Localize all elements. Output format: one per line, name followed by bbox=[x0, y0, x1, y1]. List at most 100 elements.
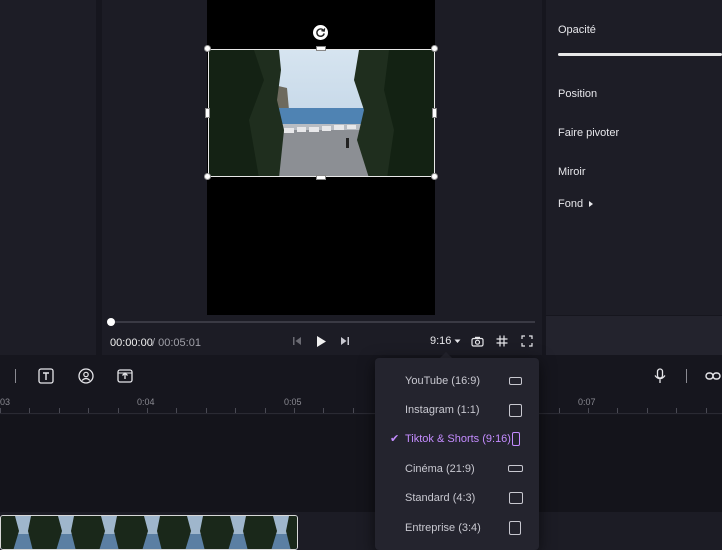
background-label: Fond bbox=[558, 198, 584, 210]
aspect-option-cinema[interactable]: Cinéma (21:9) bbox=[375, 455, 539, 483]
aspect-option-standard[interactable]: Standard (4:3) bbox=[375, 484, 539, 512]
ruler-tick bbox=[88, 408, 89, 413]
ruler-tick bbox=[59, 408, 60, 413]
clip-frame bbox=[216, 516, 259, 549]
ruler-tick-label: 0:07 bbox=[578, 397, 596, 407]
background-section-toggle[interactable]: Fond bbox=[558, 198, 594, 210]
clip-frame bbox=[130, 516, 173, 549]
export-icon bbox=[117, 369, 133, 383]
ruler-tick bbox=[353, 408, 354, 413]
vertical-ratio-icon bbox=[509, 521, 521, 535]
record-voiceover-button[interactable] bbox=[651, 367, 669, 385]
total-time: / 00:05:01 bbox=[152, 337, 201, 349]
aspect-option-tiktok[interactable]: ✔ Tiktok & Shorts (9:16) bbox=[375, 425, 539, 453]
ruler-tick bbox=[706, 408, 707, 413]
fullscreen-icon bbox=[521, 335, 533, 347]
grid-button[interactable] bbox=[495, 334, 509, 348]
link-icon bbox=[705, 372, 721, 380]
video-frame[interactable] bbox=[208, 49, 435, 177]
aspect-option-label: Entreprise (3:4) bbox=[405, 522, 481, 534]
face-tracking-button[interactable] bbox=[77, 367, 95, 385]
resize-handle-bottom-left[interactable] bbox=[204, 173, 211, 180]
aspect-option-entreprise[interactable]: Entreprise (3:4) bbox=[375, 514, 539, 542]
aspect-option-label: YouTube (16:9) bbox=[405, 375, 481, 387]
resize-handle-bottom-right[interactable] bbox=[431, 173, 438, 180]
clip-frame bbox=[44, 516, 87, 549]
ruler-tick bbox=[676, 408, 677, 413]
clip-frame bbox=[87, 516, 130, 549]
timeline-toolbar bbox=[0, 358, 722, 394]
rotate-icon[interactable] bbox=[313, 25, 328, 40]
aspect-option-instagram[interactable]: Instagram (1:1) bbox=[375, 396, 539, 424]
resize-handle-bottom[interactable] bbox=[316, 175, 326, 180]
landscape-ratio-icon bbox=[509, 377, 522, 385]
clip-frame bbox=[259, 516, 297, 549]
previous-frame-button[interactable] bbox=[291, 335, 303, 347]
portrait-ratio-icon bbox=[512, 432, 520, 446]
aspect-option-label: Instagram (1:1) bbox=[405, 404, 480, 416]
microphone-icon bbox=[654, 368, 666, 383]
clip-frame bbox=[1, 516, 44, 549]
timeline-ruler[interactable] bbox=[0, 394, 722, 414]
ruler-tick bbox=[559, 408, 560, 413]
toolbar-separator bbox=[686, 369, 687, 383]
ruler-tick bbox=[147, 408, 148, 413]
ruler-tick bbox=[588, 408, 589, 413]
resize-handle-top-left[interactable] bbox=[204, 45, 211, 52]
caret-down-icon bbox=[454, 339, 461, 343]
next-frame-button[interactable] bbox=[339, 335, 351, 347]
ruler-tick bbox=[647, 408, 648, 413]
aspect-ratio-value: 9:16 bbox=[430, 335, 452, 347]
ruler-tick bbox=[265, 408, 266, 413]
face-icon bbox=[78, 368, 94, 384]
playback-progress-knob[interactable] bbox=[107, 318, 115, 326]
video-clip[interactable] bbox=[0, 515, 298, 550]
aspect-option-label: Cinéma (21:9) bbox=[405, 463, 475, 475]
previous-frame-icon bbox=[293, 337, 301, 345]
properties-panel bbox=[546, 0, 722, 315]
link-button[interactable] bbox=[704, 367, 722, 385]
ruler-tick bbox=[323, 408, 324, 413]
add-text-button[interactable] bbox=[37, 367, 55, 385]
aspect-option-label: Standard (4:3) bbox=[405, 492, 476, 504]
standard-ratio-icon bbox=[509, 492, 523, 504]
snapshot-button[interactable] bbox=[470, 334, 484, 348]
export-frame-button[interactable] bbox=[116, 367, 134, 385]
ruler-tick bbox=[206, 408, 207, 413]
position-label: Position bbox=[558, 88, 598, 100]
checkmark-icon: ✔ bbox=[390, 433, 400, 445]
current-time: 00:00:00 bbox=[110, 337, 153, 349]
play-icon bbox=[317, 335, 326, 347]
cinema-ratio-icon bbox=[508, 465, 523, 472]
resize-handle-top-right[interactable] bbox=[431, 45, 438, 52]
ruler-tick bbox=[176, 408, 177, 413]
ruler-tick-label: 0:04 bbox=[137, 397, 155, 407]
aspect-option-label: Tiktok & Shorts (9:16) bbox=[405, 433, 511, 445]
clip-frame bbox=[173, 516, 216, 549]
toolbar-separator bbox=[15, 369, 16, 383]
playback-progress-track[interactable] bbox=[110, 321, 535, 323]
resize-handle-left[interactable] bbox=[205, 108, 210, 118]
mirror-label: Miroir bbox=[558, 166, 586, 178]
aspect-option-youtube[interactable]: YouTube (16:9) bbox=[375, 367, 539, 395]
rotate-label: Faire pivoter bbox=[558, 127, 620, 139]
next-frame-icon bbox=[341, 337, 349, 345]
ruler-tick bbox=[118, 408, 119, 413]
properties-footer bbox=[546, 316, 722, 355]
aspect-ratio-button[interactable]: 9:16 bbox=[430, 335, 461, 347]
fullscreen-button[interactable] bbox=[520, 334, 534, 348]
clip-thumbnails bbox=[1, 516, 297, 549]
resize-handle-top[interactable] bbox=[316, 46, 326, 51]
square-ratio-icon bbox=[509, 404, 522, 417]
ruler-tick bbox=[0, 408, 1, 413]
play-button[interactable] bbox=[313, 333, 329, 349]
ruler-tick-label: 0:05 bbox=[284, 397, 302, 407]
caret-right-icon bbox=[589, 201, 594, 207]
ruler-tick-label: 03 bbox=[0, 397, 11, 407]
video-thumbnail bbox=[209, 50, 434, 176]
opacity-slider[interactable] bbox=[558, 53, 722, 56]
opacity-label: Opacité bbox=[558, 24, 596, 36]
resize-handle-right[interactable] bbox=[432, 108, 437, 118]
ruler-tick bbox=[235, 408, 236, 413]
ruler-tick bbox=[29, 408, 30, 413]
